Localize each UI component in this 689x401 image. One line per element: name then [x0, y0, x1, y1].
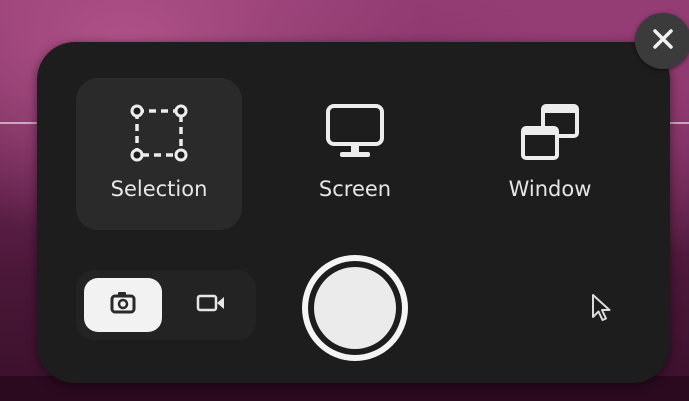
capture-shutter-icon [314, 267, 396, 349]
mode-screen-label: Screen [318, 177, 392, 201]
selection-icon [76, 102, 242, 164]
pointer-icon [590, 293, 612, 327]
screencast-toggle-button[interactable] [172, 278, 250, 332]
show-pointer-button[interactable] [576, 285, 626, 335]
mode-selection-label: Selection [110, 177, 208, 201]
screencast-video-icon [196, 292, 226, 318]
mode-selection-button[interactable]: Selection [76, 78, 242, 230]
screenshot-toggle-button[interactable] [84, 278, 162, 332]
window-icon [467, 102, 633, 164]
close-button[interactable] [635, 13, 689, 69]
mode-window-label: Window [508, 177, 592, 201]
mode-window-button[interactable]: Window [467, 78, 633, 230]
capture-button[interactable] [302, 255, 408, 361]
close-icon [652, 28, 674, 54]
screenshot-camera-icon [109, 290, 137, 320]
mode-screen-button[interactable]: Screen [272, 78, 438, 230]
capture-type-toggle [76, 270, 256, 340]
screen-icon [272, 102, 438, 164]
